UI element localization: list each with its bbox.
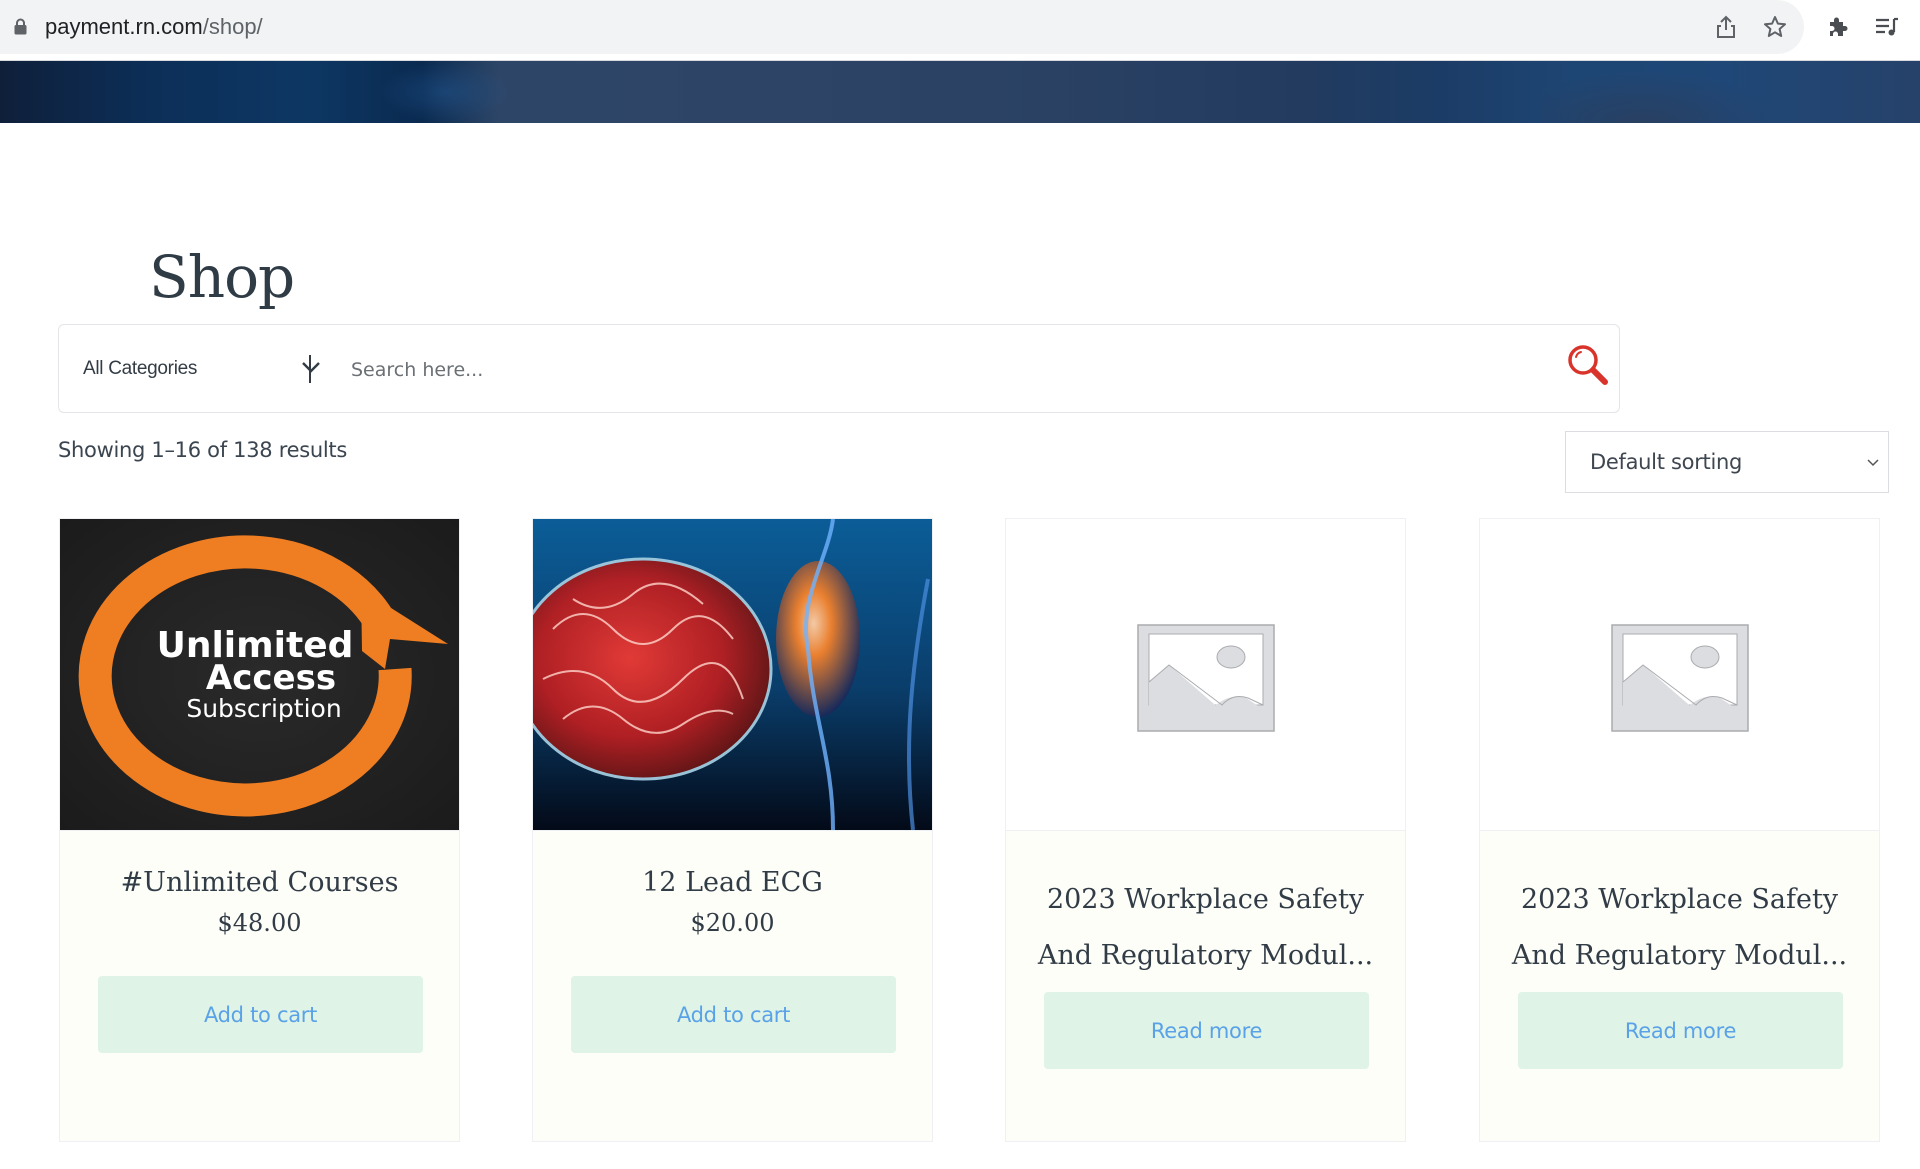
page-title: Shop: [149, 243, 295, 311]
read-more-button[interactable]: Read more: [1044, 992, 1369, 1069]
image-placeholder-icon: [1611, 624, 1749, 732]
product-price: $48.00: [217, 909, 302, 937]
address-bar[interactable]: payment.rn.com/shop/: [0, 0, 1804, 54]
product-card: Unlimited Access Subscription #Unlimited…: [59, 518, 460, 1142]
product-search-bar: All Categories: [58, 324, 1620, 413]
product-title-line-2[interactable]: And Regulatory Modul...: [1480, 928, 1879, 984]
category-dropdown[interactable]: All Categories: [83, 325, 308, 412]
lock-icon: [14, 18, 27, 35]
browser-toolbar: payment.rn.com/shop/: [0, 0, 1920, 61]
product-card: 12 Lead ECG $20.00 Add to cart: [532, 518, 933, 1142]
url-host: payment.rn.com: [45, 14, 203, 39]
product-title[interactable]: 12 Lead ECG: [533, 855, 932, 911]
url-path: /shop/: [202, 14, 263, 39]
result-count: Showing 1–16 of 138 results: [58, 438, 347, 462]
url-text[interactable]: payment.rn.com/shop/: [45, 14, 263, 40]
product-title-line-1[interactable]: 2023 Workplace Safety: [1006, 872, 1405, 928]
product-card: 2023 Workplace Safety And Regulatory Mod…: [1479, 518, 1880, 1142]
product-card: 2023 Workplace Safety And Regulatory Mod…: [1005, 518, 1406, 1142]
hero-banner: [0, 61, 1920, 123]
search-divider: [309, 355, 311, 383]
product-image[interactable]: [1006, 519, 1405, 831]
product-image[interactable]: [533, 519, 932, 831]
image-placeholder-icon: [1137, 624, 1275, 732]
share-icon[interactable]: [1712, 13, 1740, 41]
image-text-access: Access: [206, 658, 336, 698]
blood-clot-illustration: [533, 519, 932, 830]
sort-dropdown[interactable]: Default sorting: [1565, 431, 1889, 493]
product-title[interactable]: #Unlimited Courses: [60, 855, 459, 911]
add-to-cart-button[interactable]: Add to cart: [571, 976, 896, 1053]
product-image[interactable]: [1480, 519, 1879, 831]
chevron-down-icon[interactable]: [301, 360, 321, 374]
reading-list-icon[interactable]: [1873, 13, 1901, 41]
chevron-down-icon: [1867, 459, 1879, 467]
image-text-subscription: Subscription: [186, 694, 341, 723]
banner-figure: [1540, 61, 1800, 123]
extensions-icon[interactable]: [1824, 13, 1852, 41]
category-dropdown-label: All Categories: [83, 357, 198, 379]
sort-dropdown-label: Default sorting: [1590, 450, 1743, 474]
product-title-line-1[interactable]: 2023 Workplace Safety: [1480, 872, 1879, 928]
search-input[interactable]: [349, 345, 1573, 394]
banner-highlight: [380, 61, 510, 123]
bookmark-star-icon[interactable]: [1761, 13, 1789, 41]
unlimited-access-logo: Unlimited Access Subscription: [60, 519, 459, 830]
search-button[interactable]: [1565, 342, 1611, 388]
search-icon: [1568, 345, 1608, 385]
product-image[interactable]: Unlimited Access Subscription: [60, 519, 459, 831]
product-price: $20.00: [690, 909, 775, 937]
product-title-line-2[interactable]: And Regulatory Modul...: [1006, 928, 1405, 984]
read-more-button[interactable]: Read more: [1518, 992, 1843, 1069]
add-to-cart-button[interactable]: Add to cart: [98, 976, 423, 1053]
